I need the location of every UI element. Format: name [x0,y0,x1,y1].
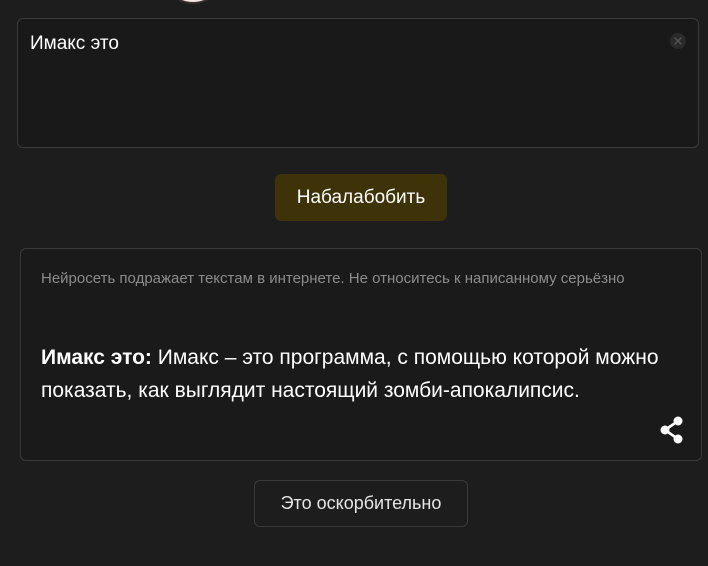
prompt-text: Имакс это [30,33,119,54]
prompt-textarea[interactable]: Имакс это [17,18,699,148]
result-card: Нейросеть подражает текстам в интернете.… [20,248,702,461]
disclaimer-text: Нейросеть подражает текстам в интернете.… [41,270,625,287]
avatar [160,0,226,4]
clear-icon[interactable] [670,33,686,49]
generate-button[interactable]: Набалабобить [275,174,447,221]
result-prefix: Имакс это: [41,346,152,369]
result-text: Имакс это: Имакс – это программа, с помо… [41,341,691,407]
share-icon[interactable] [659,416,685,444]
report-offensive-button[interactable]: Это оскорбительно [254,480,468,527]
